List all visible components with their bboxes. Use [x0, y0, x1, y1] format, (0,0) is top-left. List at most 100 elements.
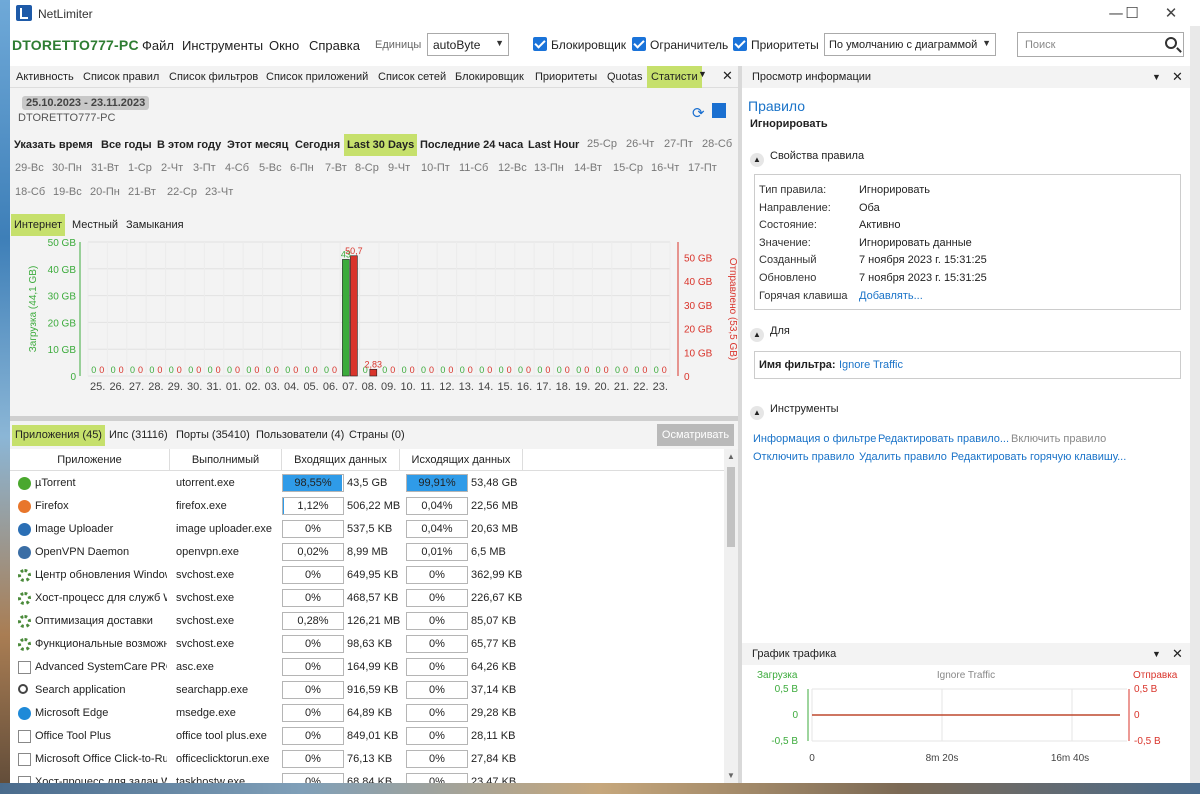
- table-row[interactable]: Office Tool Plus office tool plus.exe 0% 84…: [10, 725, 724, 748]
- day-option[interactable]: 22-Ср: [167, 186, 197, 198]
- period-option[interactable]: Last 30 Days: [344, 134, 418, 156]
- table-row[interactable]: Хост-процесс для задач Windows taskhostw.…: [10, 771, 724, 783]
- day-option[interactable]: 17-Пт: [688, 162, 717, 174]
- column-header-outgoing[interactable]: Исходящих данных: [400, 449, 523, 471]
- add-hotkey-link[interactable]: Добавлять...: [859, 290, 1159, 302]
- table-row[interactable]: Центр обновления Windows svchost.exe 0% 649…: [10, 564, 724, 587]
- day-option[interactable]: 7-Вт: [325, 162, 347, 174]
- day-option[interactable]: 9-Чт: [388, 162, 410, 174]
- enable-rule-link[interactable]: Включить правило: [1011, 433, 1106, 445]
- tab-users[interactable]: Пользователи (4): [253, 425, 347, 446]
- tab-list-menu-icon[interactable]: ▼: [698, 69, 707, 79]
- day-option[interactable]: 11-Сб: [459, 162, 488, 174]
- subtab-local[interactable]: Местный: [69, 214, 121, 236]
- scrollbar-thumb[interactable]: [727, 467, 735, 547]
- tab-ips[interactable]: Ипс (31116): [106, 425, 171, 446]
- day-option[interactable]: 21-Вт: [128, 186, 156, 198]
- collapse-caret-icon[interactable]: ▲: [750, 153, 764, 167]
- tab-quotas[interactable]: Quotas: [607, 66, 642, 88]
- units-select[interactable]: autoByte ▼: [427, 33, 509, 56]
- refresh-icon[interactable]: ⟳: [692, 104, 705, 122]
- day-option[interactable]: 5-Вс: [259, 162, 282, 174]
- table-row[interactable]: Функциональные возможности svchost.exe 0% 9…: [10, 633, 724, 656]
- period-option[interactable]: Все годы: [98, 134, 155, 156]
- day-option[interactable]: 1-Ср: [128, 162, 152, 174]
- scroll-down-icon[interactable]: ▼: [727, 771, 735, 780]
- day-option[interactable]: 30-Пн: [52, 162, 82, 174]
- tab-ports[interactable]: Порты (35410): [173, 425, 253, 446]
- day-option[interactable]: 16-Чт: [651, 162, 679, 174]
- collapse-caret-icon[interactable]: ▲: [750, 328, 764, 342]
- blocker-checkbox[interactable]: [533, 37, 547, 51]
- subtab-loopback[interactable]: Замыкания: [123, 214, 187, 236]
- edit-rule-link[interactable]: Редактировать правило...: [878, 433, 1009, 445]
- export-icon[interactable]: [712, 103, 726, 118]
- day-option[interactable]: 2-Чт: [161, 162, 183, 174]
- maximize-button[interactable]: ☐: [1113, 0, 1151, 26]
- day-option[interactable]: 3-Пт: [193, 162, 216, 174]
- tab-blocker[interactable]: Блокировщик: [455, 66, 524, 88]
- period-option[interactable]: Last Hour: [525, 134, 582, 156]
- tab-priorities[interactable]: Приоритеты: [535, 66, 597, 88]
- subtab-internet[interactable]: Интернет: [11, 214, 65, 236]
- tab-statistics[interactable]: Статисти: [647, 66, 702, 88]
- day-option[interactable]: 6-Пн: [290, 162, 314, 174]
- period-option[interactable]: Сегодня: [292, 134, 343, 156]
- table-row[interactable]: OpenVPN Daemon openvpn.exe 0,02% 8,99 MB 0,0…: [10, 541, 724, 564]
- day-option[interactable]: 4-Сб: [225, 162, 249, 174]
- panel-menu-icon[interactable]: ▼: [1152, 649, 1161, 659]
- close-tab-icon[interactable]: ✕: [722, 68, 733, 84]
- day-option[interactable]: 14-Вт: [574, 162, 602, 174]
- tab-countries[interactable]: Страны (0): [346, 425, 408, 446]
- panel-menu-icon[interactable]: ▼: [1152, 72, 1161, 82]
- table-row[interactable]: Search application searchapp.exe 0% 916,59 …: [10, 679, 724, 702]
- table-row[interactable]: Хост-процесс для служб Windows svchost.ex…: [10, 587, 724, 610]
- tools-section[interactable]: ▲ Инструменты: [750, 403, 839, 420]
- priority-mode-select[interactable]: По умолчанию с диаграммой ▼: [824, 33, 996, 56]
- priorities-checkbox[interactable]: [733, 37, 747, 51]
- period-option[interactable]: Указать время: [11, 134, 96, 156]
- close-panel-icon[interactable]: ✕: [1172, 646, 1183, 662]
- table-row[interactable]: Оптимизация доставки svchost.exe 0,28% 126,…: [10, 610, 724, 633]
- day-option[interactable]: 13-Пн: [534, 162, 564, 174]
- day-option[interactable]: 15-Ср: [613, 162, 643, 174]
- day-option[interactable]: 26-Чт: [626, 138, 654, 150]
- day-option[interactable]: 20-Пн: [90, 186, 120, 198]
- collapse-caret-icon[interactable]: ▲: [750, 406, 764, 420]
- table-row[interactable]: Advanced SystemCare PRO asc.exe 0% 164,99 K…: [10, 656, 724, 679]
- disable-rule-link[interactable]: Отключить правило: [753, 451, 855, 463]
- day-option[interactable]: 10-Пт: [421, 162, 450, 174]
- day-option[interactable]: 23-Чт: [205, 186, 233, 198]
- delete-rule-link[interactable]: Удалить правило: [859, 451, 947, 463]
- scroll-up-icon[interactable]: ▲: [727, 452, 735, 461]
- day-option[interactable]: 25-Ср: [587, 138, 617, 150]
- for-section[interactable]: ▲ Для: [750, 325, 790, 342]
- tab-activity[interactable]: Активность: [16, 66, 74, 88]
- day-option[interactable]: 12-Вс: [498, 162, 527, 174]
- day-option[interactable]: 19-Вс: [53, 186, 82, 198]
- column-header-executable[interactable]: Выполнимый: [170, 449, 282, 471]
- menu-window[interactable]: Окно: [269, 38, 299, 53]
- menu-help[interactable]: Справка: [309, 38, 360, 53]
- table-row[interactable]: Image Uploader image uploader.exe 0% 537,5 …: [10, 518, 724, 541]
- close-button[interactable]: ✕: [1152, 0, 1190, 26]
- search-icon[interactable]: [1165, 37, 1177, 49]
- table-row[interactable]: µTorrent utorrent.exe 98,55% 43,5 GB 99,91% 5…: [10, 472, 724, 495]
- day-option[interactable]: 18-Сб: [15, 186, 45, 198]
- day-option[interactable]: 28-Сб: [702, 138, 732, 150]
- period-option[interactable]: В этом году: [154, 134, 224, 156]
- inspect-button[interactable]: Осматривать: [657, 424, 734, 446]
- tab-filter-list[interactable]: Список фильтров: [169, 66, 258, 88]
- filter-name-link[interactable]: Ignore Traffic: [839, 359, 903, 371]
- filter-info-link[interactable]: Информация о фильтре: [753, 433, 876, 445]
- day-option[interactable]: 31-Вт: [91, 162, 119, 174]
- day-option[interactable]: 8-Ср: [355, 162, 379, 174]
- rule-properties-section[interactable]: ▲ Свойства правила: [750, 150, 864, 167]
- close-panel-icon[interactable]: ✕: [1172, 69, 1183, 85]
- column-header-incoming[interactable]: Входящих данных: [282, 449, 400, 471]
- menu-tools[interactable]: Инструменты: [182, 38, 263, 53]
- table-row[interactable]: Microsoft Edge msedge.exe 0% 64,89 KB 0% 29,2…: [10, 702, 724, 725]
- tab-app-list[interactable]: Список приложений: [266, 66, 368, 88]
- list-scrollbar[interactable]: ▲ ▼: [724, 449, 738, 783]
- search-input[interactable]: Поиск: [1017, 32, 1184, 57]
